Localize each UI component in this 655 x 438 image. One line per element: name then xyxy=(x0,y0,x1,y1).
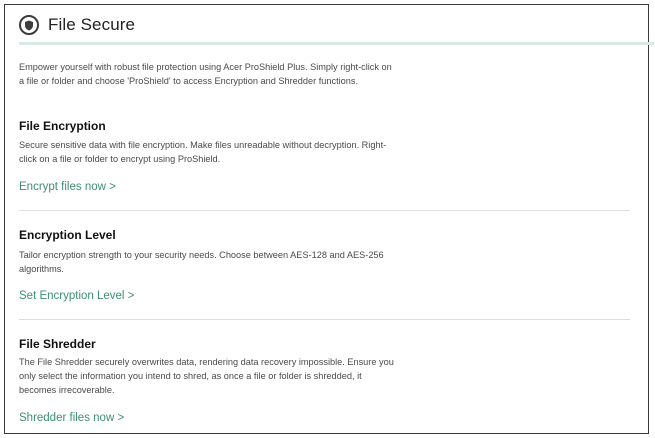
panel-header: File Secure xyxy=(19,13,135,37)
encryption-level-title: Encryption Level xyxy=(19,228,116,242)
file-encryption-title: File Encryption xyxy=(19,119,106,133)
encryption-level-description: Tailor encryption strength to your secur… xyxy=(19,250,384,274)
file-secure-panel: File Secure Empower yourself with robust… xyxy=(4,4,654,434)
file-shredder-title: File Shredder xyxy=(19,337,96,351)
section-divider xyxy=(19,319,630,320)
file-encryption-description: Secure sensitive data with file encrypti… xyxy=(19,140,387,164)
page-title: File Secure xyxy=(48,15,136,34)
file-shredder-description: The File Shredder securely overwrites da… xyxy=(19,357,394,395)
header-divider xyxy=(19,42,654,45)
section-divider xyxy=(19,210,630,211)
intro-text: Empower yourself with robust file protec… xyxy=(19,62,392,86)
set-encryption-level-link[interactable]: Set Encryption Level > xyxy=(19,290,134,302)
shredder-files-link[interactable]: Shredder files now > xyxy=(19,412,124,424)
encrypt-files-link[interactable]: Encrypt files now > xyxy=(19,181,116,193)
shield-icon xyxy=(19,15,39,35)
